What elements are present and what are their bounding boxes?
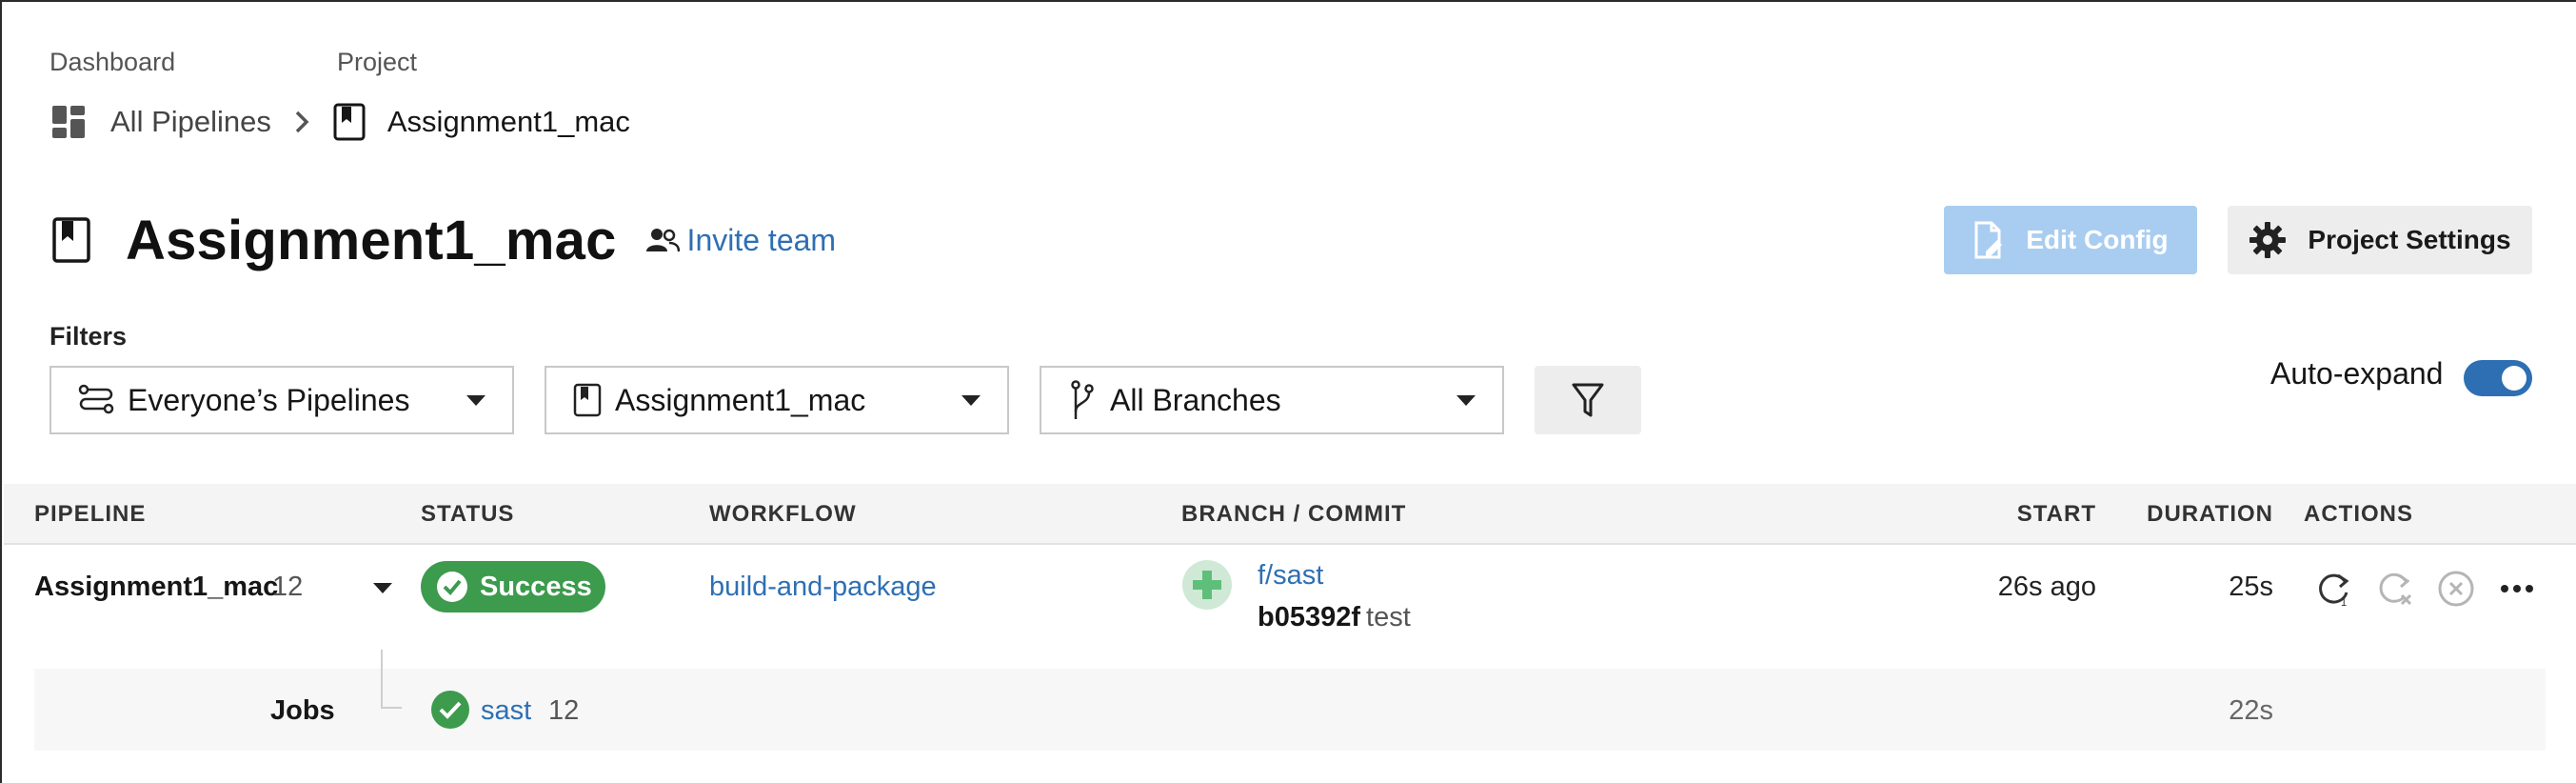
branch-filter-value: All Branches xyxy=(1110,382,1281,417)
gear-icon xyxy=(2249,222,2287,258)
job-link[interactable]: sast xyxy=(481,695,531,727)
column-pipeline: PIPELINE xyxy=(34,501,147,527)
svg-text:1: 1 xyxy=(2341,597,2347,608)
file-edit-icon xyxy=(1974,221,2003,259)
more-horizontal-icon xyxy=(2501,585,2533,592)
tree-connector xyxy=(381,650,402,709)
rerun-button[interactable]: 1 xyxy=(2313,568,2355,610)
invite-team-label: Invite team xyxy=(686,222,837,257)
branch-link[interactable]: f/sast xyxy=(1258,560,1323,592)
pipelines-icon xyxy=(78,384,114,416)
breadcrumb-current-project[interactable]: Assignment1_mac xyxy=(332,102,630,142)
edit-config-label: Edit Config xyxy=(2026,225,2169,254)
auto-expand-toggle[interactable] xyxy=(2464,360,2532,396)
check-circle-icon xyxy=(437,572,467,602)
commit-message: test xyxy=(1366,602,1411,632)
project-bookmark-icon xyxy=(573,383,602,417)
commit-hash[interactable]: b05392f xyxy=(1258,602,1360,632)
dashboard-icon xyxy=(52,106,85,138)
auto-expand-label: Auto-expand xyxy=(2270,356,2444,391)
cancel-icon xyxy=(2438,571,2474,607)
app-frame: Dashboard Project All Pipelines Assignme… xyxy=(0,0,2576,783)
more-actions-button[interactable] xyxy=(2496,568,2538,610)
project-filter-select[interactable]: Assignment1_mac xyxy=(545,366,1009,434)
pipelines-filter-select[interactable]: Everyone’s Pipelines xyxy=(50,366,514,434)
rerun-icon: 1 xyxy=(2319,573,2349,608)
chevron-right-icon xyxy=(292,109,311,135)
git-branch-icon xyxy=(1068,379,1097,421)
expand-row-caret-icon[interactable] xyxy=(373,583,392,593)
column-workflow: WORKFLOW xyxy=(709,501,857,527)
job-success-icon xyxy=(430,690,470,734)
status-badge[interactable]: Success xyxy=(421,561,605,612)
project-bookmark-icon xyxy=(51,216,91,264)
jobs-label: Jobs xyxy=(270,695,335,726)
start-time: 26s ago xyxy=(1997,572,2096,602)
column-actions: ACTIONS xyxy=(2304,501,2413,527)
column-status: STATUS xyxy=(421,501,515,527)
rerun-failed-button[interactable] xyxy=(2374,568,2416,610)
invite-team-link[interactable]: Invite team xyxy=(645,222,837,258)
project-filter-value: Assignment1_mac xyxy=(615,382,866,417)
page-title: Assignment1_mac xyxy=(126,209,617,271)
page-header: Assignment1_mac Invite team xyxy=(51,202,836,278)
avatar xyxy=(1182,560,1232,610)
pipeline-number: 12 xyxy=(272,572,304,602)
duration: 25s xyxy=(2229,572,2273,602)
status-label: Success xyxy=(480,571,592,602)
caret-down-icon xyxy=(1456,394,1476,406)
column-duration: DURATION xyxy=(2147,501,2273,527)
toggle-knob xyxy=(2502,366,2526,391)
edit-config-button[interactable]: Edit Config xyxy=(1944,206,2197,274)
job-number: 12 xyxy=(548,695,580,726)
project-settings-label: Project Settings xyxy=(2308,225,2511,254)
cancel-button[interactable] xyxy=(2435,568,2477,610)
breadcrumb-project-label: Project xyxy=(337,48,418,76)
project-settings-button[interactable]: Project Settings xyxy=(2228,206,2532,274)
table-header: PIPELINE STATUS WORKFLOW BRANCH / COMMIT… xyxy=(4,484,2576,545)
job-duration: 22s xyxy=(2229,695,2273,726)
funnel-icon xyxy=(1572,383,1604,417)
filters-label: Filters xyxy=(50,322,128,351)
workflow-link[interactable]: build-and-package xyxy=(709,572,937,603)
project-bookmark-icon xyxy=(333,103,366,141)
breadcrumb-all-pipelines[interactable]: All Pipelines xyxy=(50,103,271,141)
rerun-failed-icon xyxy=(2379,572,2412,606)
jobs-row xyxy=(34,669,2546,751)
pipelines-filter-value: Everyone’s Pipelines xyxy=(128,382,410,417)
pipeline-name[interactable]: Assignment1_mac xyxy=(34,572,278,603)
breadcrumb-dashboard-label: Dashboard xyxy=(50,48,176,76)
breadcrumb-current-label: Assignment1_mac xyxy=(386,105,630,138)
branch-filter-select[interactable]: All Branches xyxy=(1040,366,1504,434)
column-branch-commit: BRANCH / COMMIT xyxy=(1181,501,1407,527)
caret-down-icon xyxy=(466,394,485,406)
breadcrumb: All Pipelines Assignment1_mac xyxy=(50,101,630,143)
column-start: START xyxy=(2016,501,2096,527)
commit-info: b05392f test xyxy=(1258,602,1411,633)
plus-avatar-icon xyxy=(1193,571,1221,599)
breadcrumb-all-pipelines-label: All Pipelines xyxy=(110,105,271,138)
caret-down-icon xyxy=(961,394,981,406)
people-icon xyxy=(645,229,680,252)
filter-button[interactable] xyxy=(1535,366,1641,434)
